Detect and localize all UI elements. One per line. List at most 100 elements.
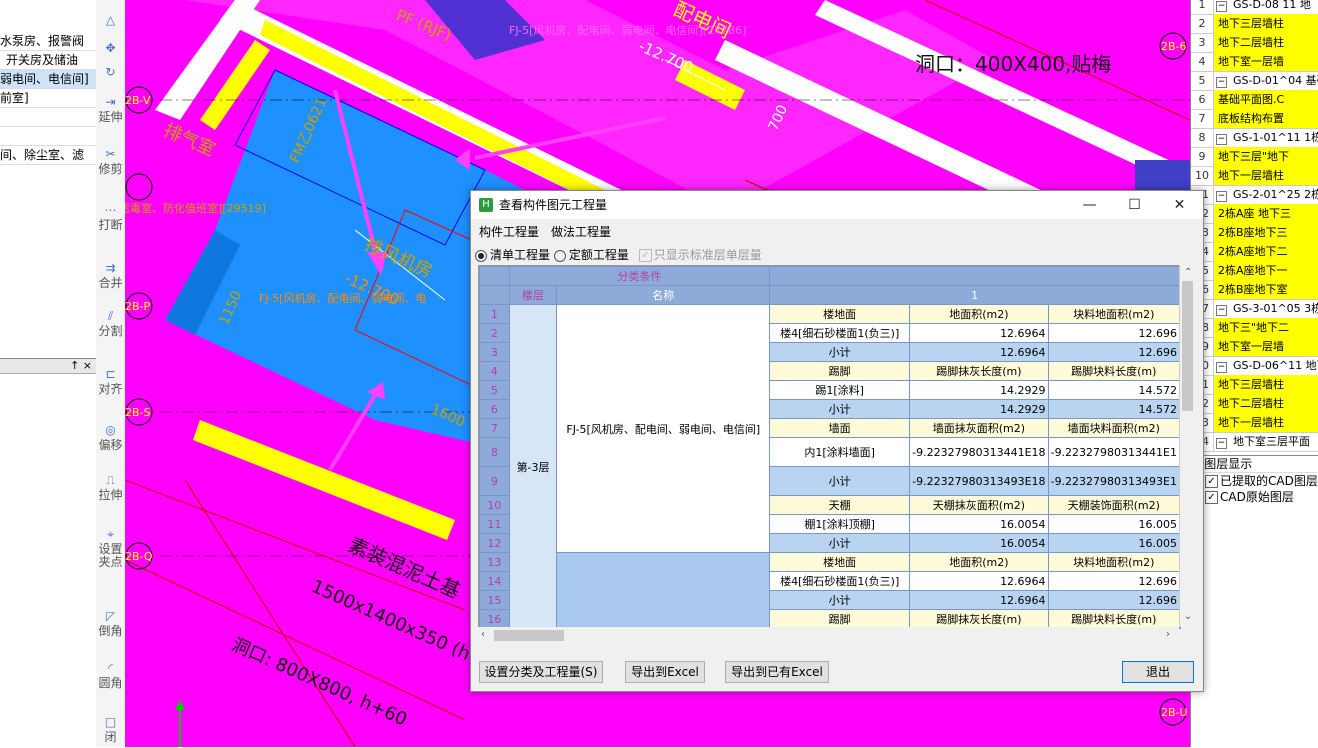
drawing-list-item[interactable]: 2 地下三层墙柱 bbox=[1191, 14, 1318, 34]
collapse-icon[interactable]: − bbox=[1216, 134, 1227, 145]
drawing-list-item[interactable]: 162栋B座地下室 bbox=[1191, 280, 1318, 300]
table-row[interactable]: 13 楼地面 地面积(m2) 块料地面积(m2) bbox=[479, 552, 1180, 628]
layer-extracted[interactable]: ✓ 已提取的CAD图层 bbox=[1191, 473, 1318, 489]
value-cell: 12.6964 bbox=[909, 590, 1049, 610]
drawing-list-item[interactable]: 9 地下三层"地下 bbox=[1191, 147, 1318, 167]
collapse-icon[interactable]: − bbox=[1216, 305, 1227, 316]
scroll-right-icon[interactable]: › bbox=[1166, 629, 1170, 640]
collapse-icon[interactable]: − bbox=[1216, 438, 1227, 449]
chamfer-icon: ◸ bbox=[105, 609, 116, 623]
setup-button[interactable]: 设置分类及工程量(S) bbox=[479, 661, 603, 683]
drawing-list-item[interactable]: 1− GS-D-08 11 地 bbox=[1191, 0, 1318, 15]
drawing-name: GS-D-08 11 地 bbox=[1233, 0, 1311, 11]
tab-method-quantity[interactable]: 做法工程量 bbox=[551, 223, 611, 240]
drawing-list-item[interactable]: 6 基础平面图.C bbox=[1191, 90, 1318, 110]
drawing-list-item[interactable]: 11−GS-2-01^25 2栋 bbox=[1191, 185, 1318, 205]
drawing-list-item[interactable]: 132栋B座地下三 bbox=[1191, 223, 1318, 243]
drawing-list-item[interactable]: 22地下二层墙柱 bbox=[1191, 394, 1318, 414]
radio-icon[interactable] bbox=[475, 249, 487, 262]
vertical-scrollbar[interactable]: ⌃ ⌄ bbox=[1179, 265, 1196, 627]
list-item[interactable]: 间、除尘室、滤 bbox=[0, 146, 96, 165]
move-icon[interactable]: ✥ bbox=[96, 42, 125, 57]
exit-button[interactable]: 退出 bbox=[1122, 661, 1194, 683]
export-existing-excel-button[interactable]: 导出到已有Excel bbox=[725, 661, 829, 683]
scroll-thumb[interactable] bbox=[494, 630, 564, 641]
value-cell: 12.6964 bbox=[909, 323, 1049, 343]
chamfer-button[interactable]: ◸ 倒角 bbox=[96, 610, 125, 638]
drawing-list-item[interactable]: 10 地下一层墙柱 bbox=[1191, 166, 1318, 186]
merge-button[interactable]: ⇉ 合并 bbox=[96, 262, 125, 290]
drawing-list-item[interactable]: 23地下一层墙柱 bbox=[1191, 413, 1318, 433]
layer-panel: D图层显示 ✓ 已提取的CAD图层 ✓ CAD原始图层 bbox=[1191, 455, 1318, 748]
drawing-list-item[interactable]: 5−GS-D-01^04 基础 bbox=[1191, 71, 1318, 91]
drawing-list-item[interactable]: 24−地下室三层平面 bbox=[1191, 432, 1318, 452]
fillet-button[interactable]: ◜ 圆角 bbox=[96, 662, 125, 690]
drawing-list-item[interactable]: 122栋A座 地下三 bbox=[1191, 204, 1318, 224]
drawing-list-item[interactable]: 3 地下二层墙柱 bbox=[1191, 33, 1318, 53]
scroll-left-icon[interactable]: ‹ bbox=[481, 629, 485, 640]
dialog-title: 查看构件图元工程量 bbox=[499, 198, 608, 212]
drawing-list-item[interactable]: 17−GS-3-01^05 3栋 bbox=[1191, 299, 1318, 319]
radio-icon[interactable] bbox=[553, 249, 566, 262]
drawing-name: 2栋B座地下室 bbox=[1214, 280, 1318, 299]
list-item[interactable]: 水泵房、报警阀 bbox=[0, 32, 96, 51]
export-excel-button[interactable]: 导出到Excel bbox=[625, 661, 705, 683]
row-number: 5 bbox=[1191, 71, 1214, 90]
scroll-up-icon[interactable]: ⌃ bbox=[1184, 267, 1192, 278]
list-item[interactable] bbox=[0, 108, 96, 127]
list-item[interactable]: 开关房及储油 bbox=[0, 51, 102, 70]
value-cell: 地面积(m2) bbox=[909, 552, 1049, 572]
drawing-list-item[interactable]: 21地下三层墙柱 bbox=[1191, 375, 1318, 395]
layer-original[interactable]: ✓ CAD原始图层 bbox=[1191, 489, 1318, 505]
close-button[interactable]: ✕ bbox=[1157, 191, 1202, 219]
grip-button[interactable]: ⌖ 设置夹点 bbox=[96, 528, 125, 569]
standard-floor-checkbox[interactable]: ✓ 只显示标准层单层量 bbox=[638, 248, 762, 262]
horizontal-scrollbar[interactable]: ‹ › bbox=[478, 627, 1179, 643]
scroll-thumb[interactable] bbox=[1182, 281, 1193, 411]
drawing-list-item[interactable]: 19地下室一层墙 bbox=[1191, 337, 1318, 357]
collapse-icon[interactable]: − bbox=[1216, 362, 1227, 373]
drawing-name: 基础平面图.C bbox=[1214, 90, 1318, 109]
minimize-button[interactable]: — bbox=[1067, 191, 1112, 219]
drawing-list-item[interactable]: 18地下三"地下二 bbox=[1191, 318, 1318, 338]
break-button[interactable]: ⋯ 打断 bbox=[96, 204, 125, 232]
scroll-down-icon[interactable]: ⌄ bbox=[1184, 611, 1192, 622]
drawing-list-item[interactable]: 20−GS-D-06^11 地下 bbox=[1191, 356, 1318, 376]
close-button[interactable]: □ 闭 bbox=[96, 716, 125, 744]
extend-button[interactable]: ⇥ 延伸 bbox=[96, 96, 125, 124]
tab-component-quantity[interactable]: 构件工程量 bbox=[479, 223, 539, 240]
drawing-list-item[interactable]: 8− GS-1-01^11 1栋 bbox=[1191, 128, 1318, 148]
value-cell: 块料地面积(m2) bbox=[1047, 304, 1180, 324]
checkbox-icon[interactable]: ✓ bbox=[1205, 475, 1218, 488]
item-cell: 小计 bbox=[769, 466, 911, 496]
collapse-icon[interactable]: − bbox=[1216, 1, 1227, 12]
offset-button[interactable]: ◎ 偏移 bbox=[96, 424, 125, 452]
collapse-icon[interactable]: − bbox=[1216, 77, 1227, 88]
trim-button[interactable]: ✂ 修剪 bbox=[96, 148, 125, 176]
drawing-list-item[interactable]: 142栋A座地下二 bbox=[1191, 242, 1318, 262]
rotate-icon[interactable]: ↻ bbox=[96, 66, 125, 81]
row-number: 8 bbox=[479, 437, 510, 467]
quantity-grid: 分类条件 楼层 名称 1 1 第-3层 FJ-5[风机房、配电间、弱电间、电信间] 楼… bbox=[479, 266, 1180, 628]
radio-quota[interactable]: 定额工程量 bbox=[553, 248, 629, 262]
align-button[interactable]: ⊏ 对齐 bbox=[96, 368, 125, 396]
checkbox-icon[interactable]: ✓ bbox=[1205, 491, 1218, 504]
drawing-list-item[interactable]: 152栋A座地下一 bbox=[1191, 261, 1318, 281]
table-row[interactable]: 1 第-3层 FJ-5[风机房、配电间、弱电间、电信间] 楼地面 地面积(m2) 块料地面… bbox=[479, 304, 1180, 628]
mirror-icon[interactable]: △ bbox=[96, 14, 125, 29]
checkbox-icon[interactable]: ✓ bbox=[638, 249, 652, 262]
list-item-selected[interactable]: 弱电间、电信间] bbox=[0, 70, 96, 89]
maximize-button[interactable]: ☐ bbox=[1112, 191, 1157, 219]
drawing-list-item[interactable]: 4 地下室一层墙 bbox=[1191, 52, 1318, 72]
dialog-titlebar[interactable]: H 查看构件图元工程量 — ☐ ✕ bbox=[471, 191, 1203, 219]
stretch-button[interactable]: ⎍ 拉伸 bbox=[96, 474, 125, 502]
collapse-icon[interactable]: − bbox=[1216, 191, 1227, 202]
list-item[interactable] bbox=[0, 127, 96, 146]
radio-bill[interactable]: 清单工程量 bbox=[475, 248, 550, 262]
list-item[interactable]: 前室] bbox=[0, 89, 96, 108]
row-number: 13 bbox=[479, 552, 510, 572]
drawing-list-item[interactable]: 7 底板结构布置 bbox=[1191, 109, 1318, 129]
panel-header[interactable]: ↑ × bbox=[0, 359, 96, 374]
value-cell: 块料地面积(m2) bbox=[1047, 552, 1180, 572]
split-button[interactable]: ⫽ 分割 bbox=[96, 310, 125, 338]
